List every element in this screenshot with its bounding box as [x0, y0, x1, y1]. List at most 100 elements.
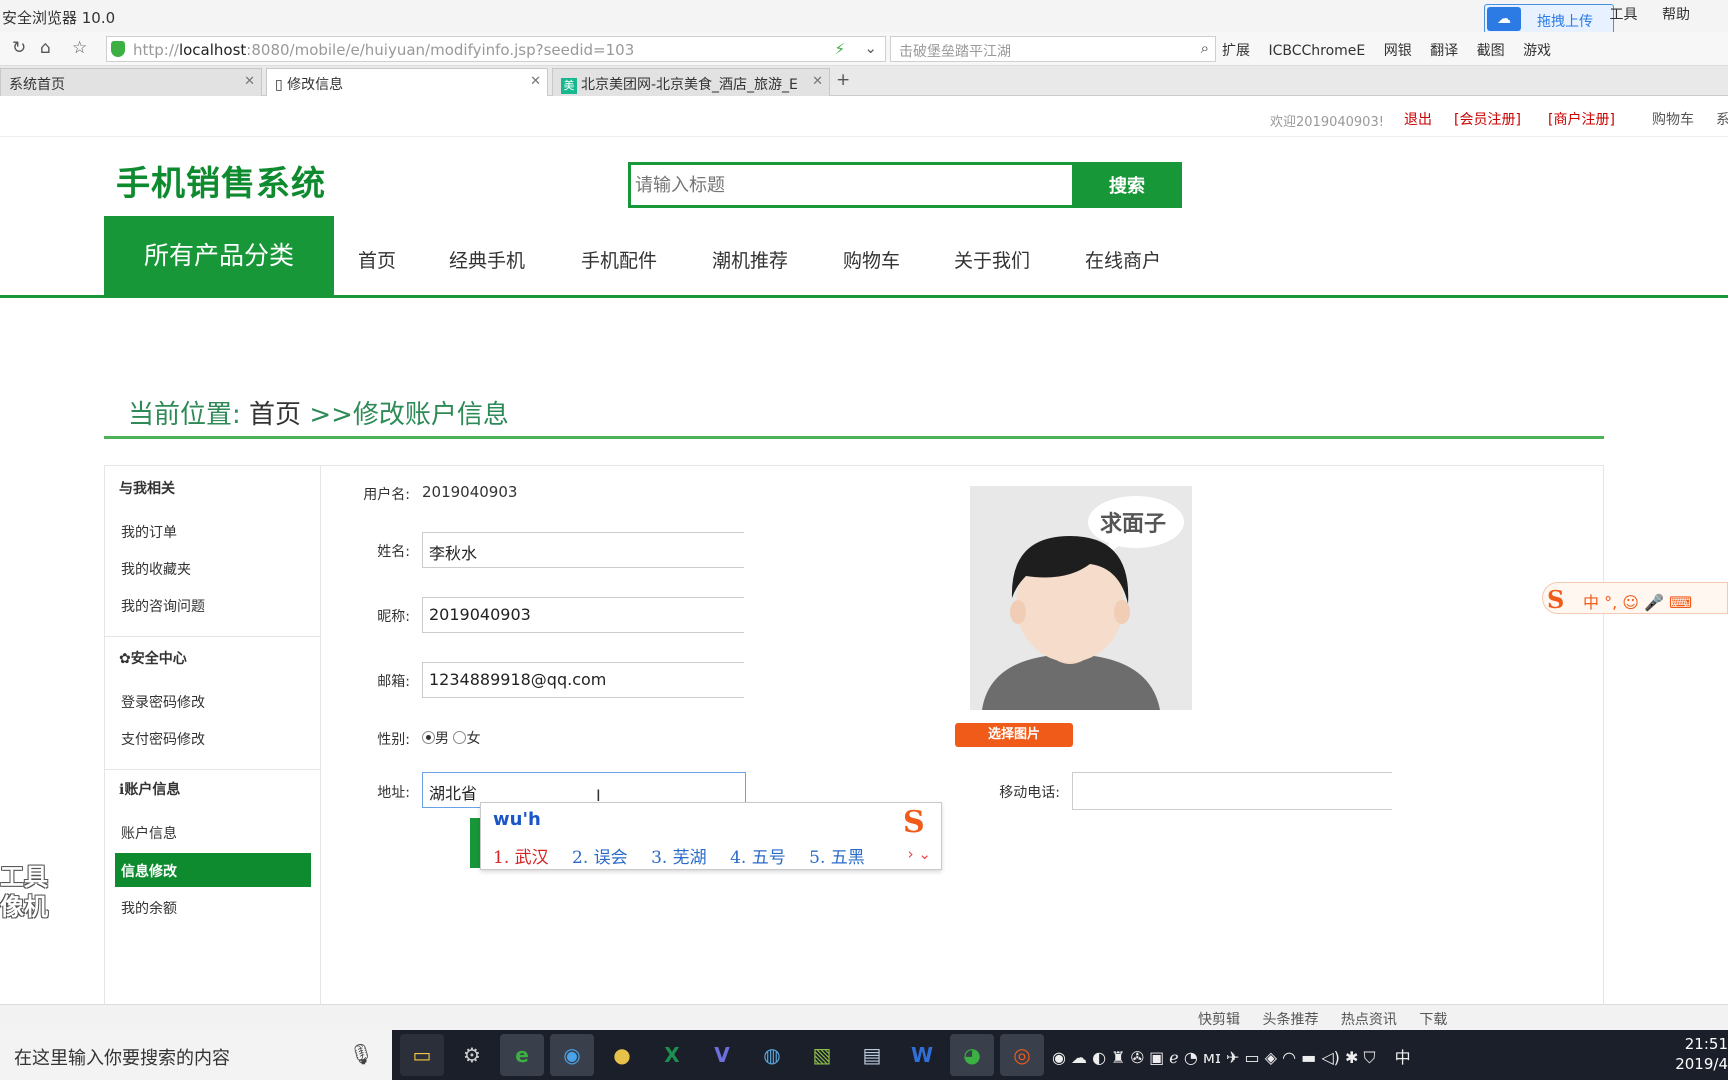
phone-input[interactable]: [1072, 772, 1392, 810]
sidebar-item-account-info[interactable]: 账户信息: [121, 823, 177, 843]
qq-icon[interactable]: ◉: [550, 1034, 594, 1076]
status-quick-clip[interactable]: 快剪辑: [1198, 1012, 1240, 1028]
page-icon: ▯: [275, 77, 288, 93]
star-icon[interactable]: ☆: [72, 38, 87, 58]
status-headlines[interactable]: 头条推荐: [1262, 1012, 1318, 1028]
search-icon[interactable]: ⌕: [1201, 39, 1209, 57]
ime-candidate[interactable]: 5. 五黑: [809, 848, 865, 868]
name-input[interactable]: 李秋水: [422, 532, 744, 568]
tab-bar: 系统首页 ✕ ▯ 修改信息 ✕ 美北京美团网-北京美食_酒店_旅游_E ✕: [0, 66, 1728, 96]
microphone-icon[interactable]: 🎙: [349, 1042, 374, 1066]
taskbar-clock[interactable]: 21:51 2019/4: [1672, 1034, 1728, 1074]
browser-app-icon[interactable]: e: [500, 1034, 544, 1076]
image-app-icon[interactable]: ▧: [800, 1034, 844, 1076]
excel-icon[interactable]: X: [650, 1034, 694, 1076]
sidebar-divider: [105, 636, 321, 637]
home-icon[interactable]: ⌂: [40, 38, 51, 58]
clock-date: 2019/4: [1675, 1055, 1728, 1073]
email-input[interactable]: 1234889918@qq.com: [422, 662, 744, 698]
sidebar-item-pay-password[interactable]: 支付密码修改: [121, 729, 205, 749]
status-download[interactable]: 下载: [1419, 1012, 1447, 1028]
merchant-register-link[interactable]: [商户注册]: [1548, 109, 1615, 129]
site-search-input[interactable]: [635, 169, 1065, 201]
sidebar-divider: [105, 769, 321, 770]
ime-candidates: 1. 武汉 2. 误会 3. 芜湖 4. 五号 5. 五黑: [493, 843, 883, 868]
tab-modify-info[interactable]: ▯ 修改信息 ✕: [266, 68, 548, 96]
submit-button[interactable]: [470, 818, 480, 868]
tab-modify-label: 修改信息: [287, 77, 344, 93]
tray-icons[interactable]: ◉ ☁ ◐ ♜ ✇ ▣ ℯ ◔ ᴍɪ ✈ ▭ ◈ ◠ ▬ ◁) ✱ ⛉: [1052, 1048, 1375, 1067]
refresh-icon[interactable]: ↻: [12, 38, 26, 58]
email-label: 邮箱:: [377, 674, 410, 690]
logout-link[interactable]: 退出: [1404, 109, 1432, 129]
word-icon[interactable]: W: [900, 1034, 944, 1076]
taskbar-search[interactable]: 在这里输入你要搜索的内容 🎙: [0, 1030, 392, 1080]
sidebar-item-orders[interactable]: 我的订单: [121, 522, 177, 542]
nav-cart[interactable]: 购物车: [843, 246, 900, 273]
tab-meituan[interactable]: 美北京美团网-北京美食_酒店_旅游_E ✕: [552, 68, 830, 96]
username-label: 用户名:: [363, 487, 410, 503]
ime-toolbar-items[interactable]: 中 °, ☺ 🎤 ⌨: [1583, 589, 1692, 613]
ime-toolbar[interactable]: S 中 °, ☺ 🎤 ⌨: [1542, 582, 1728, 614]
lightning-icon[interactable]: ⚡: [834, 40, 845, 58]
system-tray: ◉ ☁ ◐ ♜ ✇ ▣ ℯ ◔ ᴍɪ ✈ ▭ ◈ ◠ ▬ ◁) ✱ ⛉ 中: [1052, 1044, 1425, 1068]
cart-link[interactable]: 购物车: [1652, 109, 1694, 129]
ext-extend[interactable]: 扩展: [1222, 43, 1250, 59]
nav-about[interactable]: 关于我们: [954, 246, 1030, 273]
sidebar-item-questions[interactable]: 我的咨询问题: [121, 596, 205, 616]
new-tab-icon[interactable]: +: [836, 70, 850, 90]
member-register-link[interactable]: [会员注册]: [1454, 109, 1521, 129]
sidebar-item-modify-info[interactable]: 信息修改: [115, 853, 311, 887]
browser-search[interactable]: 击破堡垒踏平江湖 ⌕: [890, 36, 1216, 62]
game-app-icon[interactable]: ●: [600, 1034, 644, 1076]
breadcrumb-home[interactable]: 首页: [249, 400, 301, 430]
wechat-icon[interactable]: ◕: [950, 1034, 994, 1076]
choose-image-button[interactable]: 选择图片: [955, 723, 1073, 747]
tray-ime-indicator[interactable]: 中: [1395, 1048, 1411, 1067]
sidebar-item-balance[interactable]: 我的余额: [121, 898, 177, 918]
visio-icon[interactable]: V: [700, 1034, 744, 1076]
search-button[interactable]: 搜索: [1072, 162, 1182, 208]
settings-gear-icon[interactable]: ⚙: [450, 1034, 494, 1076]
gender-female-radio[interactable]: [453, 731, 467, 744]
ext-screenshot[interactable]: 截图: [1477, 43, 1505, 59]
globe-icon[interactable]: ◍: [750, 1034, 794, 1076]
sidebar-item-login-password[interactable]: 登录密码修改: [121, 692, 205, 712]
ime-candidate[interactable]: 3. 芜湖: [651, 848, 707, 868]
nav-trending[interactable]: 潮机推荐: [712, 246, 788, 273]
ext-games[interactable]: 游戏: [1523, 43, 1551, 59]
all-categories-button[interactable]: 所有产品分类: [104, 216, 334, 298]
menu-tools[interactable]: 工具: [1610, 7, 1638, 23]
ime-candidate[interactable]: 4. 五号: [730, 848, 786, 868]
ext-bank[interactable]: 网银: [1384, 43, 1412, 59]
url-field[interactable]: http://localhost:8080/mobile/e/huiyuan/m…: [106, 36, 886, 62]
sidebar-item-favorites[interactable]: 我的收藏夹: [121, 559, 191, 579]
ext-icbc[interactable]: ICBCChromeE: [1268, 43, 1365, 59]
notes-app-icon[interactable]: ▤: [850, 1034, 894, 1076]
nav-classic-phones[interactable]: 经典手机: [449, 246, 525, 273]
nav-home[interactable]: 首页: [358, 246, 396, 273]
close-icon[interactable]: ✕: [530, 74, 541, 89]
chevron-down-icon[interactable]: ⌄: [864, 39, 877, 57]
sidebar: 与我相关 我的订单 我的收藏夹 我的咨询问题 ✿安全中心 登录密码修改 支付密码…: [105, 466, 321, 1006]
gender-male-radio[interactable]: [422, 731, 435, 744]
close-icon[interactable]: ✕: [244, 74, 255, 89]
recorder-app-icon[interactable]: ◎: [1000, 1034, 1044, 1076]
file-explorer-icon[interactable]: ▭: [400, 1034, 444, 1076]
site-search: 搜索: [628, 162, 1182, 208]
ext-translate[interactable]: 翻译: [1430, 43, 1458, 59]
ime-candidate[interactable]: 2. 误会: [572, 848, 628, 868]
tab-home[interactable]: 系统首页 ✕: [0, 68, 262, 96]
site-logo[interactable]: 手机销售系统: [116, 156, 326, 205]
nickname-input[interactable]: 2019040903: [422, 597, 744, 633]
watermark-line: 工具: [0, 863, 48, 891]
nav-merchants[interactable]: 在线商户: [1085, 246, 1161, 273]
extra-link[interactable]: 系: [1716, 109, 1728, 129]
ime-page-arrows-icon[interactable]: › ⌄: [908, 845, 931, 863]
nav-accessories[interactable]: 手机配件: [581, 246, 657, 273]
close-icon[interactable]: ✕: [812, 74, 823, 89]
status-hot-news[interactable]: 热点资讯: [1341, 1012, 1397, 1028]
ime-candidate[interactable]: 1. 武汉: [493, 848, 549, 868]
phone-label: 移动电话:: [999, 785, 1060, 801]
menu-help[interactable]: 帮助: [1662, 7, 1690, 23]
